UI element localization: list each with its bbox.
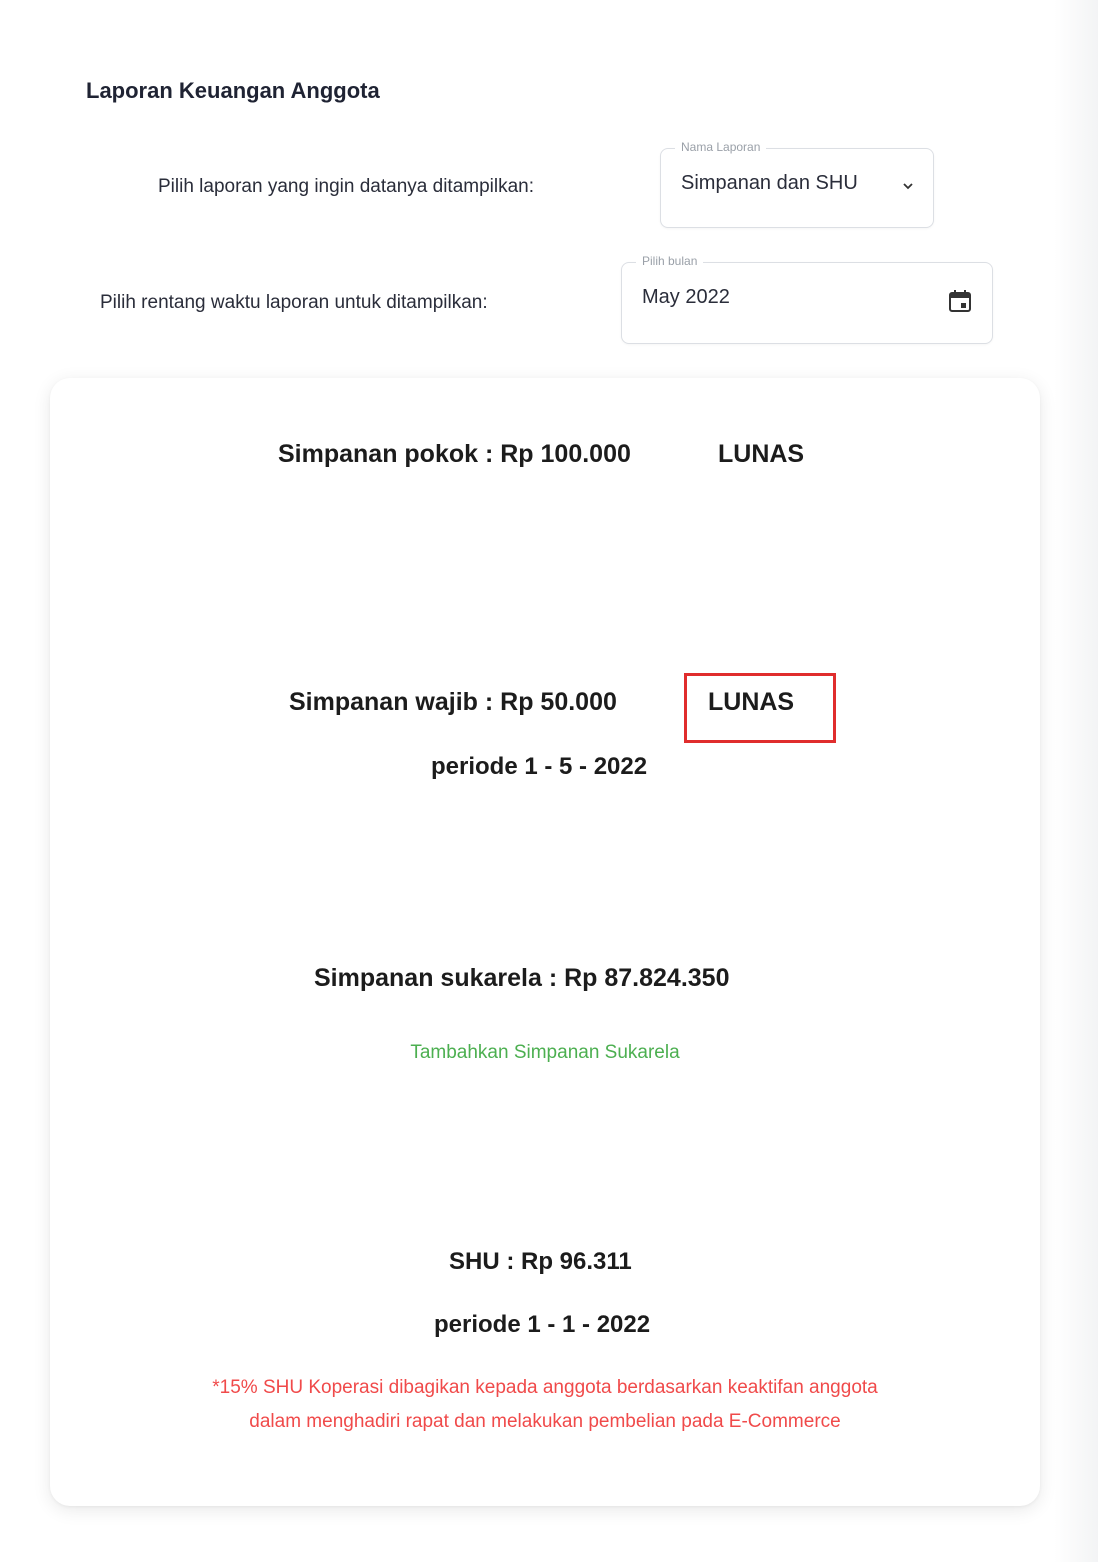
shu-text: SHU : Rp 96.311 — [449, 1248, 632, 1275]
report-select-value: Simpanan dan SHU — [681, 172, 858, 194]
simpanan-pokok-text: Simpanan pokok : Rp 100.000 — [278, 440, 631, 468]
report-select-legend: Nama Laporan — [675, 140, 767, 154]
period-picker-value: May 2022 — [642, 286, 730, 308]
report-card: Simpanan pokok : Rp 100.000 LUNAS Simpan… — [50, 378, 1040, 1506]
report-select[interactable]: Nama Laporan Simpanan dan SHU — [660, 140, 934, 228]
simpanan-pokok-status: LUNAS — [718, 440, 805, 468]
simpanan-sukarela-text: Simpanan sukarela : Rp 87.824.350 — [314, 964, 730, 992]
calendar-icon[interactable] — [946, 287, 974, 315]
shu-period: periode 1 - 1 - 2022 — [434, 1311, 651, 1338]
add-sukarela-link[interactable]: Tambahkan Simpanan Sukarela — [50, 1042, 1040, 1064]
period-picker[interactable]: Pilih bulan May 2022 — [621, 254, 993, 344]
shu-note-line-1: *15% SHU Koperasi dibagikan kepada anggo… — [212, 1377, 878, 1398]
period-picker-label: Pilih rentang waktu laporan untuk ditamp… — [100, 292, 488, 313]
report-select-label: Pilih laporan yang ingin datanya ditampi… — [158, 176, 535, 197]
period-picker-legend: Pilih bulan — [636, 254, 704, 268]
simpanan-wajib-text: Simpanan wajib : Rp 50.000 — [289, 688, 617, 716]
page-title: Laporan Keuangan Anggota — [86, 78, 380, 103]
chevron-down-icon[interactable] — [901, 179, 915, 193]
simpanan-wajib-period: periode 1 - 5 - 2022 — [431, 753, 648, 780]
shu-note-line-2: dalam menghadiri rapat dan melakukan pem… — [249, 1411, 841, 1432]
simpanan-wajib-status: LUNAS — [708, 688, 795, 716]
